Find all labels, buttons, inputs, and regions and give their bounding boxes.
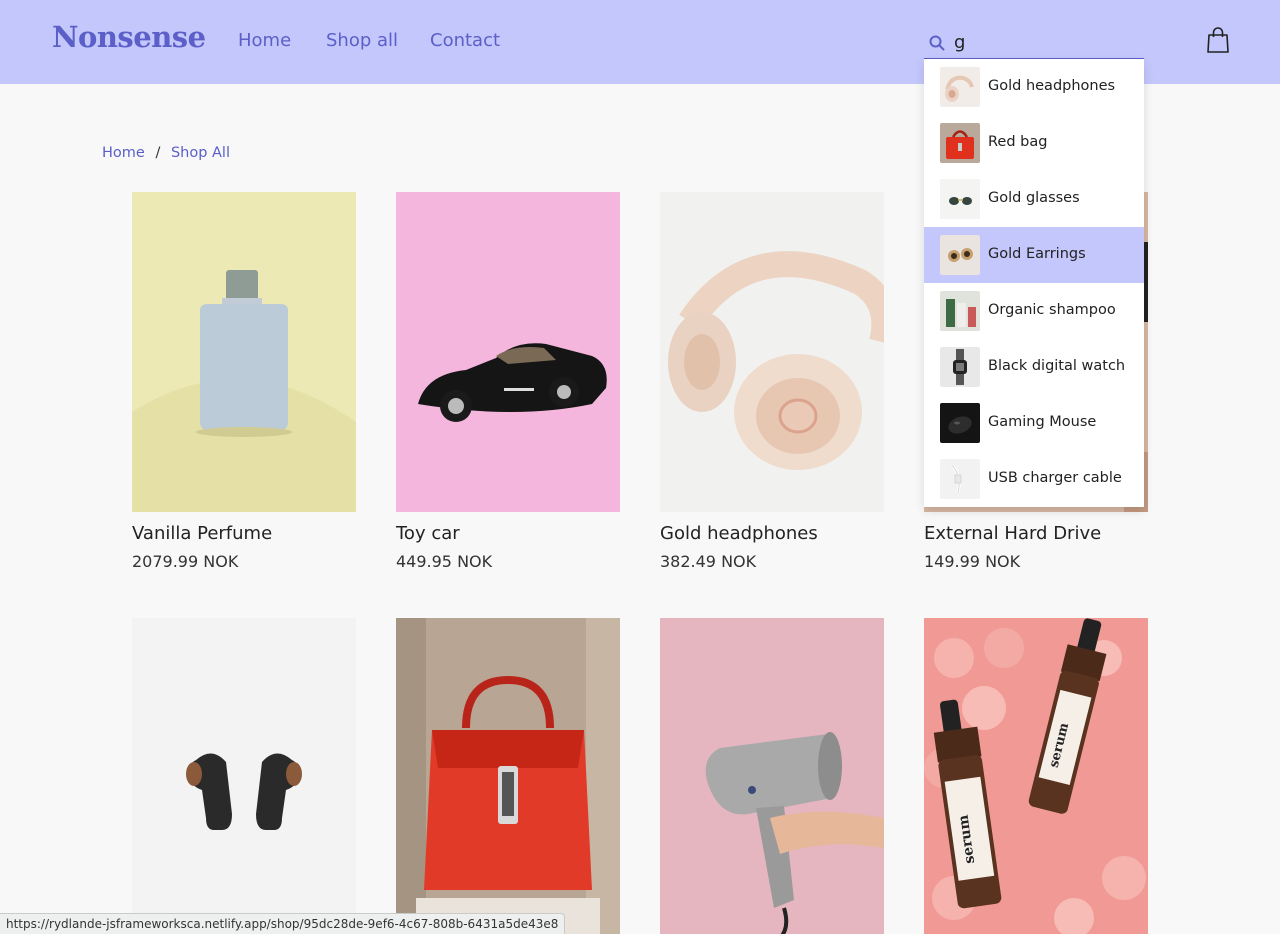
mouse-thumbnail <box>940 403 980 443</box>
search-result-item-highlighted[interactable]: Gold Earrings <box>924 227 1144 283</box>
product-price: 2079.99 NOK <box>132 552 239 571</box>
search-result-item[interactable]: Gaming Mouse <box>924 395 1144 451</box>
glasses-thumbnail <box>940 179 980 219</box>
product-card[interactable]: Gold headphones 382.49 NOK <box>660 192 884 571</box>
earbuds-image[interactable] <box>132 618 356 934</box>
bag-thumbnail <box>940 123 980 163</box>
perfume-image[interactable] <box>132 192 356 512</box>
earrings-thumbnail <box>940 235 980 275</box>
search-result-item[interactable]: Black digital watch <box>924 339 1144 395</box>
search-result-label: Gold glasses <box>988 190 1080 206</box>
breadcrumb-current[interactable]: Shop All <box>171 145 230 161</box>
watch-thumbnail <box>940 347 980 387</box>
search-result-label: Black digital watch <box>988 358 1126 374</box>
serum-image[interactable]: serum serum <box>924 618 1148 934</box>
product-name[interactable]: Toy car <box>396 523 620 544</box>
search-result-label: Red bag <box>988 134 1048 150</box>
search-result-label: Gaming Mouse <box>988 414 1097 430</box>
product-card[interactable]: Toy car 449.95 NOK <box>396 192 620 571</box>
shampoo-thumbnail <box>940 291 980 331</box>
search-box <box>924 26 1144 59</box>
nav-shop-all[interactable]: Shop all <box>326 30 398 51</box>
search-result-item[interactable]: USB charger cable <box>924 451 1144 507</box>
search-result-label: Gold headphones <box>988 78 1116 94</box>
breadcrumb-home[interactable]: Home <box>102 145 145 161</box>
shopping-bag-icon[interactable] <box>1204 26 1232 54</box>
breadcrumb: Home / Shop All <box>102 145 230 161</box>
product-price: 382.49 NOK <box>660 552 757 571</box>
search-result-label: Organic shampoo <box>988 302 1116 318</box>
breadcrumb-separator: / <box>155 145 161 161</box>
product-price: 449.95 NOK <box>396 552 493 571</box>
link-preview-status-bar: https://rydlande-jsframeworksca.netlify.… <box>0 913 566 934</box>
search-result-item[interactable]: Gold headphones <box>924 59 1144 115</box>
search-result-item[interactable]: Red bag <box>924 115 1144 171</box>
logo[interactable]: Nonsense <box>52 20 206 54</box>
product-card[interactable]: serum serum <box>924 618 1148 934</box>
toy-car-image[interactable] <box>396 192 620 512</box>
product-name[interactable]: External Hard Drive <box>924 523 1148 544</box>
product-card[interactable] <box>132 618 356 934</box>
product-card[interactable] <box>660 618 884 934</box>
product-name[interactable]: Gold headphones <box>660 523 884 544</box>
cable-thumbnail <box>940 459 980 499</box>
product-card[interactable]: Vanilla Perfume 2079.99 NOK <box>132 192 356 571</box>
search-result-label: USB charger cable <box>988 470 1122 486</box>
product-price: 149.99 NOK <box>924 552 1021 571</box>
product-card[interactable] <box>396 618 620 934</box>
search-icon <box>929 35 945 51</box>
search-result-item[interactable]: Organic shampoo <box>924 283 1144 339</box>
hair-dryer-image[interactable] <box>660 618 884 934</box>
nav-home[interactable]: Home <box>238 30 291 51</box>
search-input[interactable] <box>954 28 1140 56</box>
red-bag-image[interactable] <box>396 618 620 934</box>
search-result-item[interactable]: Gold glasses <box>924 171 1144 227</box>
product-name[interactable]: Vanilla Perfume <box>132 523 356 544</box>
nav-contact[interactable]: Contact <box>430 30 500 51</box>
headphones-image[interactable] <box>660 192 884 512</box>
headphones-thumbnail <box>940 67 980 107</box>
search-results-dropdown: Gold headphones Red bag Gold glasses Gol… <box>924 59 1144 507</box>
search-result-label: Gold Earrings <box>988 246 1086 262</box>
